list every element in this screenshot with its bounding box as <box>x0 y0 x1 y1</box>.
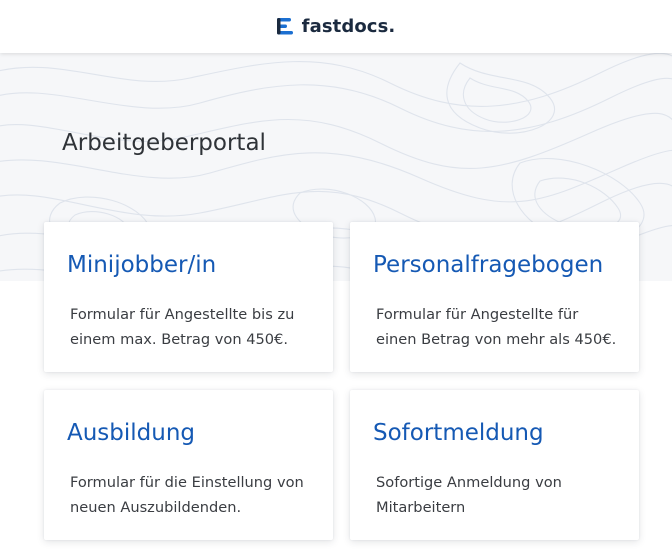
card-title[interactable]: Personalfragebogen <box>373 222 619 278</box>
card-title[interactable]: Ausbildung <box>67 390 313 446</box>
top-header: fastdocs. <box>0 0 672 53</box>
card-personalfragebogen[interactable]: Personalfragebogen Formular für Angestel… <box>350 222 639 372</box>
card-description: Formular für Angestellte bis zu einem ma… <box>70 306 295 348</box>
card-description: Sofortige Anmeldung von Mitarbeitern <box>376 474 562 516</box>
card-description: Formular für Angestellte für einen Betra… <box>376 306 617 348</box>
fastdocs-logo-icon <box>276 18 293 35</box>
card-minijobber[interactable]: Minijobber/in Formular für Angestellte b… <box>44 222 333 372</box>
card-title[interactable]: Minijobber/in <box>67 222 313 278</box>
card-ausbildung[interactable]: Ausbildung Formular für die Einstellung … <box>44 390 333 540</box>
card-description: Formular für die Einstellung von neuen A… <box>70 474 304 516</box>
fastdocs-logo[interactable]: fastdocs. <box>276 16 396 37</box>
page-title: Arbeitgeberportal <box>62 130 266 156</box>
logo-wordmark: fastdocs. <box>301 16 396 37</box>
card-title[interactable]: Sofortmeldung <box>373 390 619 446</box>
card-sofortmeldung[interactable]: Sofortmeldung Sofortige Anmeldung von Mi… <box>350 390 639 540</box>
